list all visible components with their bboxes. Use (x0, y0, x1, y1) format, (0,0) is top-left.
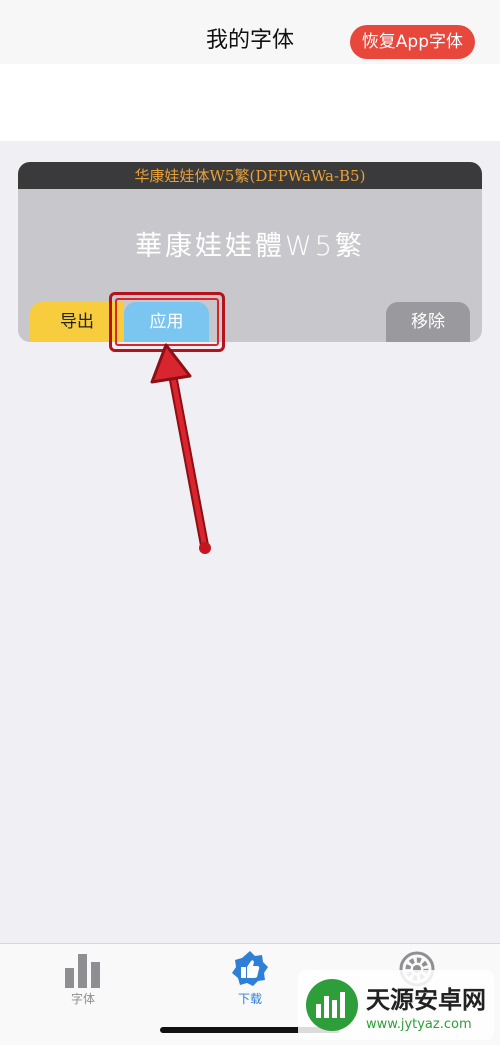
bar-chart-icon (65, 954, 100, 988)
tab-fonts-label: 字体 (70, 992, 95, 1006)
thumbs-up-badge-icon (232, 951, 268, 986)
tab-download[interactable]: 下载 (205, 950, 295, 1007)
watermark-logo: 天源安卓网 www.jytyaz.com (306, 979, 486, 1032)
svg-text:天源安卓网: 天源安卓网 (366, 986, 486, 1014)
tab-download-label: 下载 (237, 992, 262, 1006)
watermark: 天源安卓网 www.jytyaz.com (298, 970, 494, 1040)
annotation-arrow (150, 343, 211, 554)
svg-text:www.jytyaz.com: www.jytyaz.com (366, 1017, 472, 1032)
tab-fonts[interactable]: 字体 (38, 950, 128, 1007)
